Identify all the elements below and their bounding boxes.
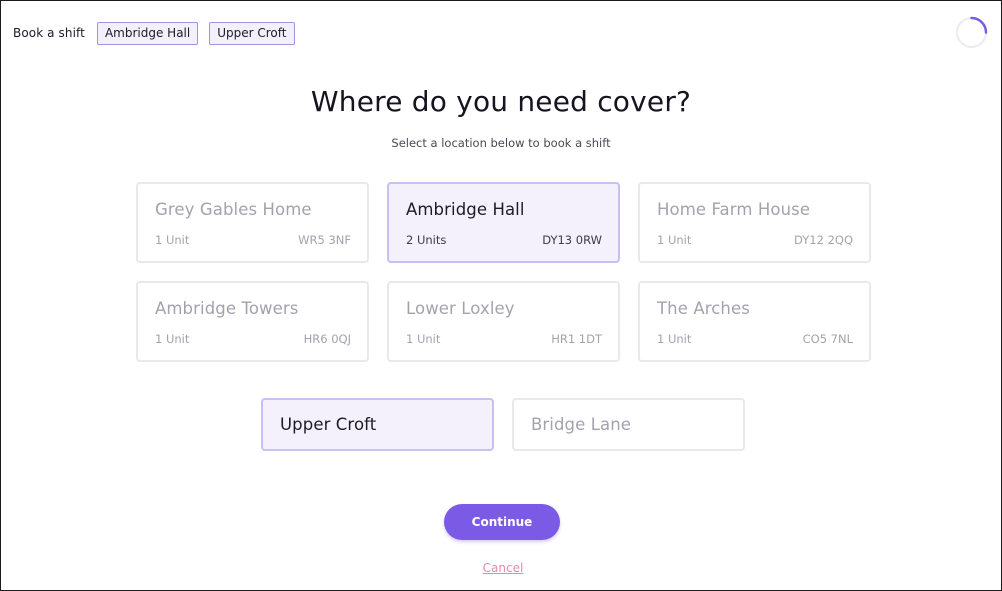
book-shift-label: Book a shift (13, 26, 85, 40)
location-postcode: HR1 1DT (551, 332, 602, 346)
chip-upper-croft[interactable]: Upper Croft (209, 21, 295, 45)
app-window: Book a shift Ambridge Hall Upper Croft W… (0, 0, 1002, 591)
unit-name: Bridge Lane (531, 415, 632, 434)
location-postcode: CO5 7NL (802, 332, 853, 346)
cancel-link[interactable]: Cancel (1, 561, 1002, 575)
location-name: The Arches (657, 299, 750, 318)
page-title: Where do you need cover? (310, 85, 692, 118)
location-card-ambridge-hall[interactable]: Ambridge Hall 2 Units DY13 0RW (387, 182, 620, 263)
location-card-ambridge-towers[interactable]: Ambridge Towers 1 Unit HR6 0QJ (136, 281, 369, 362)
unit-card-upper-croft[interactable]: Upper Croft (261, 398, 494, 451)
location-postcode: HR6 0QJ (303, 332, 351, 346)
unit-options: Upper Croft Bridge Lane (261, 398, 745, 451)
location-card-home-farm-house[interactable]: Home Farm House 1 Unit DY12 2QQ (638, 182, 871, 263)
location-units: 1 Unit (657, 332, 692, 346)
breadcrumb: Book a shift Ambridge Hall Upper Croft (13, 21, 306, 45)
location-name: Ambridge Hall (406, 200, 525, 219)
location-units: 1 Unit (406, 332, 441, 346)
location-postcode: WR5 3NF (298, 233, 351, 247)
location-card-lower-loxley[interactable]: Lower Loxley 1 Unit HR1 1DT (387, 281, 620, 362)
location-postcode: DY12 2QQ (794, 233, 853, 247)
unit-name: Upper Croft (280, 415, 377, 434)
loading-spinner-icon (956, 16, 988, 48)
location-card-the-arches[interactable]: The Arches 1 Unit CO5 7NL (638, 281, 871, 362)
unit-card-bridge-lane[interactable]: Bridge Lane (512, 398, 745, 451)
location-name: Home Farm House (657, 200, 811, 219)
location-units: 1 Unit (155, 332, 190, 346)
location-units: 2 Units (406, 233, 447, 247)
page-subtitle: Select a location below to book a shift (391, 136, 611, 150)
chip-ambridge-hall[interactable]: Ambridge Hall (96, 21, 199, 45)
location-name: Lower Loxley (406, 299, 515, 318)
location-name: Ambridge Towers (155, 299, 299, 318)
location-grid: Grey Gables Home 1 Unit WR5 3NF Ambridge… (136, 182, 871, 362)
location-units: 1 Unit (155, 233, 190, 247)
location-card-grey-gables-home[interactable]: Grey Gables Home 1 Unit WR5 3NF (136, 182, 369, 263)
location-name: Grey Gables Home (155, 200, 312, 219)
location-postcode: DY13 0RW (542, 233, 602, 247)
continue-button[interactable]: Continue (444, 504, 560, 540)
location-units: 1 Unit (657, 233, 692, 247)
